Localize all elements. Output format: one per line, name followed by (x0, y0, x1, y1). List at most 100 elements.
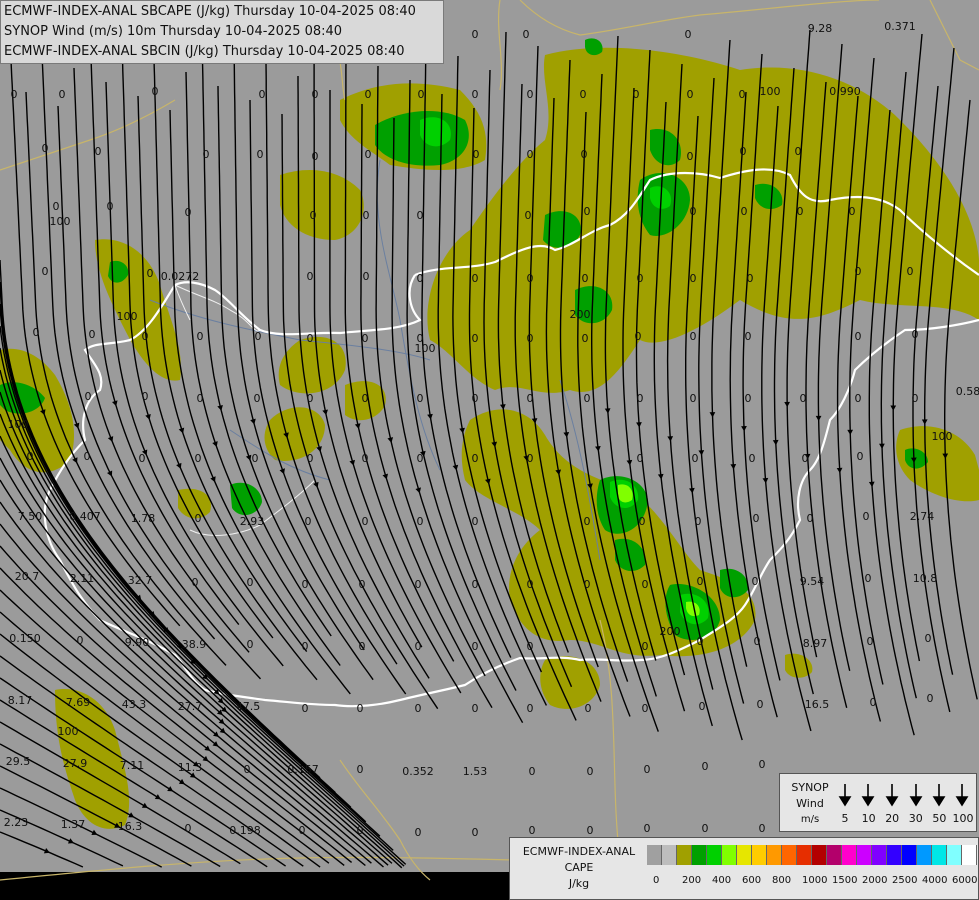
map-value-label: 0 (642, 640, 649, 653)
map-value-label: 0 (362, 392, 369, 405)
map-value-label: 0 (849, 205, 856, 218)
cape-legend-tick: 400 (712, 875, 732, 886)
map-value-label: 0 (797, 205, 804, 218)
map-value-label: 0 (587, 824, 594, 837)
map-value-label: 0 (527, 452, 534, 465)
map-value-label: 0 (642, 702, 649, 715)
map-value-label: 0 (527, 148, 534, 161)
map-value-label: 16.3 (118, 820, 143, 833)
map-value-label: 0 (307, 452, 314, 465)
map-value-label: 0 (139, 452, 146, 465)
map-value-label: 0 (415, 826, 422, 839)
map-value-label: 0 (307, 392, 314, 405)
map-value-label: 100 (50, 215, 71, 228)
map-value-label: 0.58 (956, 385, 979, 398)
map-value-label: 0.990 (829, 85, 861, 98)
map-value-label: 0 (739, 88, 746, 101)
map-value-label: 0 (633, 88, 640, 101)
map-value-label: 0 (870, 696, 877, 709)
map-value-label: 0 (644, 763, 651, 776)
map-value-label: 0 (747, 272, 754, 285)
map-value-label: 0 (690, 205, 697, 218)
map-value-label: 1.78 (131, 512, 156, 525)
map-value-label: 0 (147, 267, 154, 280)
map-value-label: 7.11 (120, 759, 145, 772)
map-value-label: 0 (690, 272, 697, 285)
map-value-label: 0 (753, 512, 760, 525)
map-value-label: 0 (59, 88, 66, 101)
cape-legend-unit: J/kg (568, 877, 590, 890)
map-value-label: 0 (687, 150, 694, 163)
map-value-label: 0 (745, 392, 752, 405)
map-value-label: 0 (912, 328, 919, 341)
map-value-label: 0 (529, 765, 536, 778)
map-value-label: 0 (529, 824, 536, 837)
map-value-label: 0 (152, 85, 159, 98)
cape-color-swatch (932, 845, 947, 865)
cape-color-swatch (737, 845, 752, 865)
map-value-label: 2.74 (910, 510, 935, 523)
map-value-label: 9.28 (808, 22, 833, 35)
map-value-label: 11.3 (178, 761, 203, 774)
map-value-label: 0 (472, 392, 479, 405)
map-value-label: 38.9 (182, 638, 207, 651)
map-value-label: 0 (415, 702, 422, 715)
cape-color-swatch (947, 845, 962, 865)
map-value-label: 0 (912, 392, 919, 405)
map-value-label: 0 (472, 272, 479, 285)
cape-color-swatch (782, 845, 797, 865)
cape-color-swatch (662, 845, 677, 865)
map-value-label: 29.5 (6, 755, 31, 768)
map-value-label: 0 (855, 265, 862, 278)
wind-legend-title1: SYNOP (791, 781, 829, 794)
map-value-label: 0 (53, 200, 60, 213)
map-value-label: 0 (745, 330, 752, 343)
map-value-label: 9.54 (800, 575, 825, 588)
cape-legend-tick: 2000 (862, 875, 888, 886)
cape-legend-tick: 800 (772, 875, 792, 886)
map-value-label: 0 (639, 515, 646, 528)
map-value-label: 0 (523, 28, 530, 41)
map-value-label: 1.53 (463, 765, 488, 778)
cape-color-swatch (677, 845, 692, 865)
map-value-label: 0 (472, 515, 479, 528)
wind-legend-title2: Wind (796, 797, 824, 810)
map-value-label: 0 (692, 452, 699, 465)
map-value-label: 200 (660, 625, 681, 638)
map-value-label: 0 (690, 330, 697, 343)
map-value-label: 0 (415, 640, 422, 653)
map-value-label: 27.7 (178, 700, 203, 713)
map-value-label: 1.37 (61, 818, 86, 831)
map-value-label: 0 (142, 390, 149, 403)
map-value-label: 0 (417, 392, 424, 405)
map-value-label: 0 (302, 702, 309, 715)
map-value-label: 0 (417, 515, 424, 528)
map-value-label: 2.11 (70, 572, 95, 585)
map-value-label: 0 (197, 330, 204, 343)
map-value-label: 0 (800, 392, 807, 405)
map-value-label: 0 (754, 635, 761, 648)
title-line-sbcape: ECMWF-INDEX-ANAL SBCAPE (J/kg) Thursday … (4, 4, 416, 19)
wind-legend-value: 50 (932, 812, 947, 825)
map-value-label: 0 (857, 450, 864, 463)
map-value-label: 0 (185, 206, 192, 219)
wind-legend-value: 10 (861, 812, 876, 825)
map-value-label: 0 (472, 332, 479, 345)
map-value-label: 0 (807, 512, 814, 525)
map-value-label: 0 (527, 88, 534, 101)
map-value-label: 0 (244, 763, 251, 776)
map-value-label: 8.97 (803, 637, 828, 650)
map-value-label: 0 (759, 822, 766, 835)
map-value-label: 0 (637, 452, 644, 465)
map-value-label: 0 (84, 450, 91, 463)
map-value-label: 0 (580, 88, 587, 101)
map-value-label: 0 (359, 578, 366, 591)
map-value-label: 0 (637, 272, 644, 285)
map-value-label: 0 (637, 392, 644, 405)
map-value-label: 0 (95, 145, 102, 158)
map-value-label: 0.352 (402, 765, 434, 778)
map-value-label: 0 (584, 515, 591, 528)
map-value-label: 0 (299, 824, 306, 837)
map-value-label: 2.93 (240, 515, 265, 528)
map-value-label: 100 (58, 725, 79, 738)
